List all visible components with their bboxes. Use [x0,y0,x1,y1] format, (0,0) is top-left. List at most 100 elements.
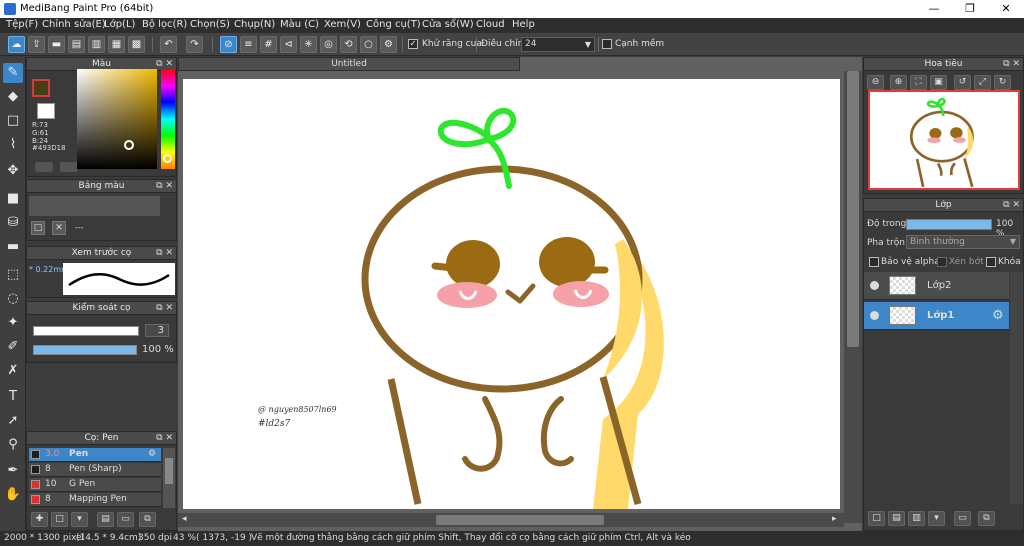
vertical-scrollbar[interactable] [844,71,862,523]
move-tool-icon[interactable]: ✥ [3,161,23,181]
navigator-preview[interactable] [868,90,1020,190]
soft-edge-checkbox[interactable] [602,39,612,49]
menu-tools[interactable]: Công cụ(T) [366,19,421,30]
menu-select[interactable]: Chọn(S) [190,19,230,30]
add-brush-icon[interactable]: ✚ [31,512,48,527]
antialias-checkbox[interactable]: ✓ [408,39,418,49]
brush-size-slider[interactable] [33,326,139,336]
rectangle-tool-icon[interactable]: □ [3,111,23,131]
layer-row[interactable]: Lớp2 [864,272,1009,300]
panel-controls-icon[interactable]: ⧉ ✕ [156,247,173,260]
hand-tool-icon[interactable]: ✋ [3,485,23,505]
eyedropper-tool-icon[interactable]: ✒ [3,461,23,481]
menu-layer[interactable]: Lớp(L) [104,19,135,30]
menu-window[interactable]: Cửa sổ(W) [422,19,474,30]
scroll-right-icon[interactable]: ▸ [832,514,837,524]
share-icon[interactable]: ⇪ [28,36,45,53]
primary-color-swatch[interactable] [32,79,50,97]
ring-snap-icon[interactable]: ○ [360,36,377,53]
adjust-combobox[interactable]: 24 ▼ [521,37,595,52]
panel-controls-icon[interactable]: ⧉ ✕ [1003,199,1020,212]
select-tool-icon[interactable]: ⬚ [3,265,23,285]
lasso-tool-icon[interactable]: ◌ [3,289,23,309]
grid-icon[interactable]: ▦ [108,36,125,53]
fullscreen-icon[interactable]: ⤢ [974,75,991,90]
cross-snap-icon[interactable]: # [260,36,277,53]
menu-help[interactable]: Help [512,19,535,30]
radial-snap-icon[interactable]: ✳ [300,36,317,53]
drawing-canvas[interactable]: @ nguyen8507ln69 #ld2s7 [183,79,840,509]
panel-controls-icon[interactable]: ⧉ ✕ [156,180,173,193]
menu-cloud[interactable]: Cloud [476,19,505,30]
visibility-icon[interactable] [870,281,879,290]
copy-brush-icon[interactable]: ▤ [97,512,114,527]
dot-tool-icon[interactable]: ⌇ [3,135,23,155]
menu-edit[interactable]: Chỉnh sửa(E) [42,19,106,30]
settings-icon[interactable]: ⚙ [380,36,397,53]
layer-template-icon[interactable]: ▥ [908,511,925,526]
zoom-in-icon[interactable]: ⊕ [890,75,907,90]
maximize-button[interactable]: ❐ [952,0,988,18]
document-tab[interactable]: Untitled [178,57,520,71]
horizontal-scrollbar[interactable]: ◂ ▸ [178,513,844,527]
folder-icon[interactable]: ▭ [117,512,134,527]
undo-icon[interactable]: ↶ [160,36,177,53]
close-button[interactable]: ✕ [988,0,1024,18]
text-tool-icon[interactable]: T [3,387,23,407]
fit-screen-icon[interactable]: ⛶ [910,75,927,90]
bucket-tool-icon[interactable]: ⛁ [3,213,23,233]
layer-folder-icon[interactable]: ▭ [954,511,971,526]
panel-controls-icon[interactable]: ⧉ ✕ [156,432,173,445]
new-palette-icon[interactable]: □ [31,221,45,235]
perspective-snap-icon[interactable]: ⊲ [280,36,297,53]
hue-cursor[interactable] [163,154,172,163]
menu-capture[interactable]: Chụp(N) [234,19,275,30]
fill-shape-tool-icon[interactable]: ■ [3,189,23,209]
new-brush-icon[interactable]: □ [51,512,68,527]
cloud-icon[interactable]: ☁ [8,36,25,53]
palette-swatch-area[interactable] [29,196,160,216]
brush-settings-icon[interactable]: ▾ [71,512,88,527]
layer-row[interactable]: Lớp1 ⚙ [864,302,1009,330]
palette-mini-icon[interactable] [60,162,78,172]
duplicate-brush-icon[interactable]: ⧉ [139,512,156,527]
divide-tool-icon[interactable]: ⚲ [3,435,23,455]
select-eraser-tool-icon[interactable]: ✗ [3,361,23,381]
tiles-icon[interactable]: ▩ [128,36,145,53]
layer-opacity-slider[interactable] [906,219,992,230]
menu-color[interactable]: Màu (C) [280,19,319,30]
menu-view[interactable]: Xem(V) [324,19,361,30]
visibility-icon[interactable] [870,311,879,320]
add-layer-menu-icon[interactable]: ▾ [928,511,945,526]
menu-file[interactable]: Tệp(F) [6,19,38,30]
brush-size-value[interactable]: 3 [145,324,169,337]
note-icon[interactable]: ▤ [68,36,85,53]
horizontal-scroll-thumb[interactable] [436,515,604,525]
zoom-out-icon[interactable]: ⊖ [867,75,884,90]
brush-list-scrollbar[interactable] [163,448,175,508]
actual-size-icon[interactable]: ▣ [930,75,947,90]
eyedropper-mini-icon[interactable] [35,162,53,172]
document-icon[interactable]: ▥ [88,36,105,53]
minimize-button[interactable]: — [916,0,952,18]
brush-item[interactable]: 8 Pen (Sharp) [29,463,161,477]
curve-snap-icon[interactable]: ⟲ [340,36,357,53]
snap-off-icon[interactable]: ⊘ [220,36,237,53]
select-pen-tool-icon[interactable]: ✐ [3,337,23,357]
brush-item[interactable]: 3.0 Pen ⚙ [29,448,161,462]
brush-settings-gear-icon[interactable]: ⚙ [148,448,156,461]
new-layer-icon[interactable]: □ [868,511,885,526]
scroll-left-icon[interactable]: ◂ [182,514,187,524]
delete-palette-icon[interactable]: ✕ [52,221,66,235]
parallel-snap-icon[interactable]: ≡ [240,36,257,53]
rotate-right-icon[interactable]: ↻ [994,75,1011,90]
blend-mode-select[interactable]: Bình thường ▼ [906,235,1020,249]
eraser-tool-icon[interactable]: ◆ [3,87,23,107]
layer-settings-gear-icon[interactable]: ⚙ [992,308,1004,323]
duplicate-layer-icon[interactable]: ⧉ [978,511,995,526]
clipping-checkbox[interactable] [937,257,947,267]
layer-list-scrollbar[interactable] [1010,272,1023,504]
brush-opacity-slider[interactable] [33,345,137,355]
vertical-scroll-thumb[interactable] [847,71,859,347]
lock-checkbox[interactable] [986,257,996,267]
